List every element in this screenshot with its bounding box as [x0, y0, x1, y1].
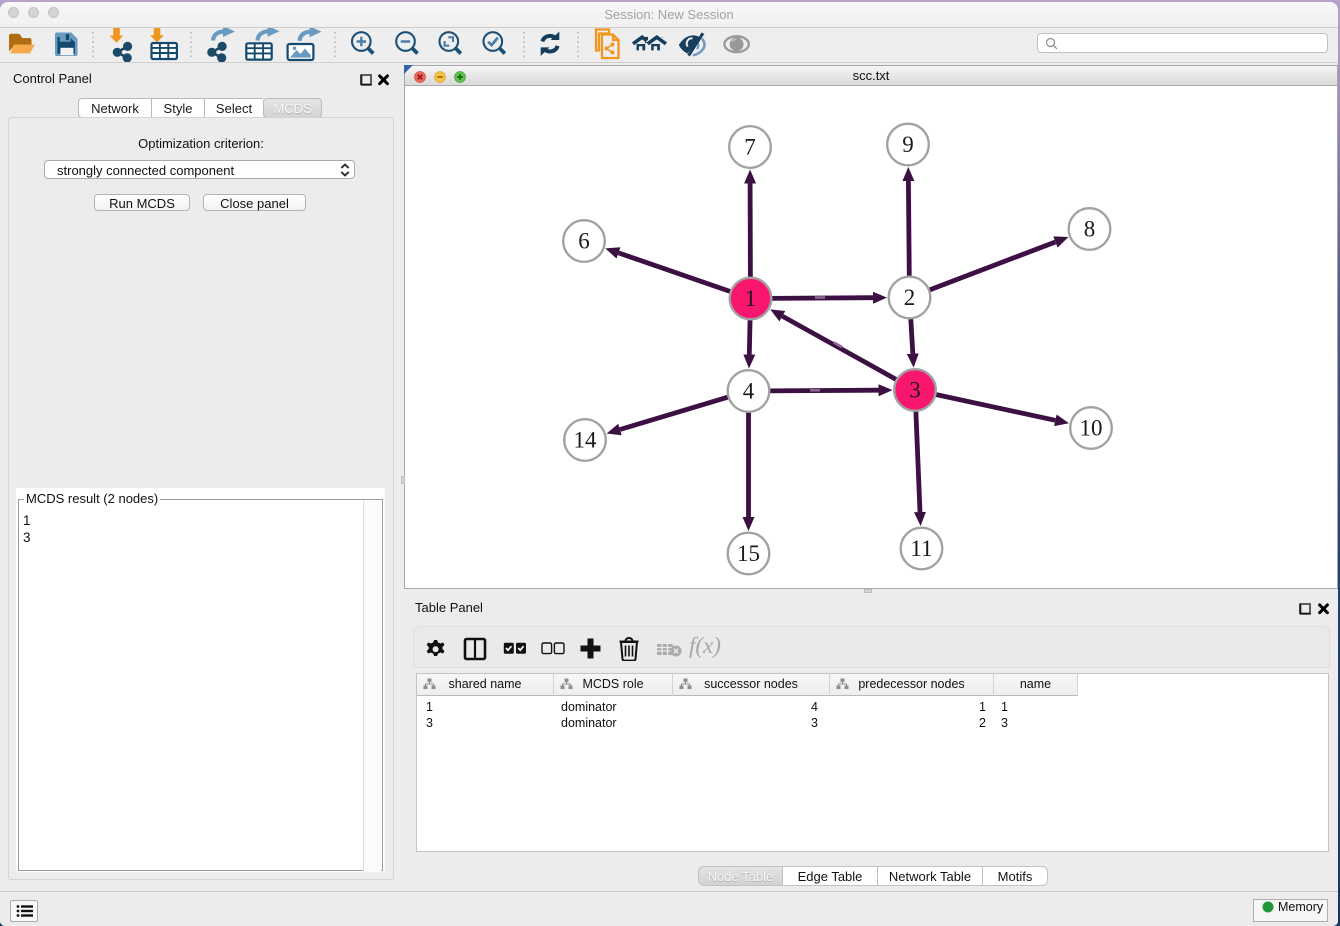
svg-text:9: 9 [902, 132, 914, 157]
svg-text:2: 2 [904, 285, 916, 310]
svg-text:14: 14 [574, 428, 598, 453]
svg-text:8: 8 [1084, 217, 1096, 242]
svg-text:4: 4 [743, 379, 755, 404]
svg-text:3: 3 [909, 378, 921, 403]
svg-text:10: 10 [1080, 416, 1103, 441]
svg-text:6: 6 [578, 229, 590, 254]
svg-text:11: 11 [910, 536, 932, 561]
svg-text:1: 1 [745, 286, 757, 311]
svg-text:15: 15 [737, 541, 760, 566]
svg-text:7: 7 [744, 135, 756, 160]
